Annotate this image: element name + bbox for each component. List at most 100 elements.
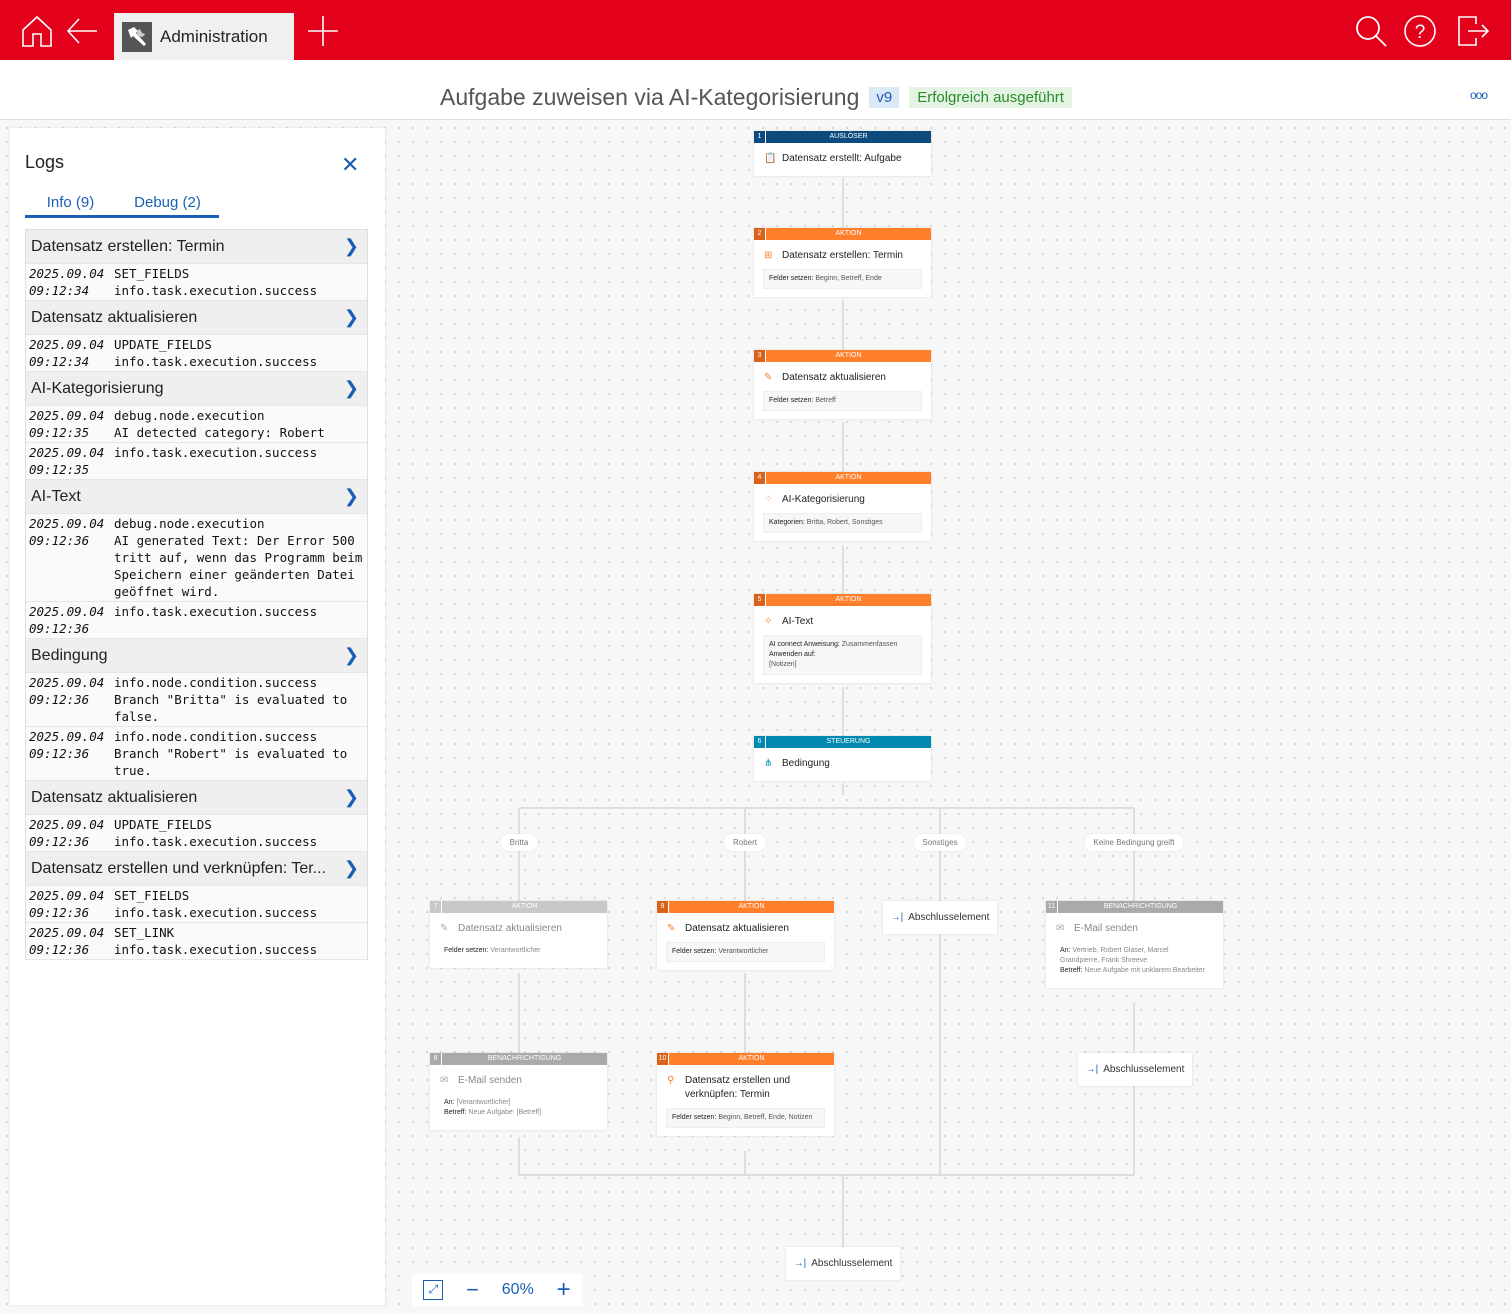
workflow-node-4[interactable]: 4 AKTION ⁘ AI-Kategorisierung Kategorien: B… bbox=[754, 472, 931, 541]
node-title: Datensatz erstellen und verknüpfen: Term… bbox=[685, 1075, 791, 1100]
end-label: Abschlusselement bbox=[908, 912, 990, 923]
log-entry-header[interactable]: Bedingung ❯ bbox=[26, 639, 367, 673]
chevron-right-icon[interactable]: ❯ bbox=[344, 378, 359, 399]
log-entry-header[interactable]: Datensatz aktualisieren ❯ bbox=[26, 301, 367, 335]
workflow-node-11[interactable]: 11 BENACHRICHTIGUNG ✉ E-Mail senden An: Ver… bbox=[1046, 901, 1223, 988]
node-title: Datensatz aktualisieren bbox=[685, 923, 789, 934]
fit-screen-icon[interactable]: ⤢ bbox=[423, 1280, 444, 1300]
log-row: 2025.09.04 09:12:36 SET_LINK info.task.exec… bbox=[26, 923, 367, 960]
end-node[interactable]: →| Abschlusselement bbox=[786, 1247, 900, 1280]
detail-label: Felder setzen: bbox=[672, 948, 717, 955]
log-row: 2025.09.04 09:12:34 UPDATE_FIELDS info.task… bbox=[26, 335, 367, 372]
workflow-node-2[interactable]: 2 AKTION ⊞ Datensatz erstellen: Termin Feld… bbox=[754, 228, 931, 297]
chevron-right-icon[interactable]: ❯ bbox=[344, 236, 359, 257]
magic-wand-icon: ✧ bbox=[764, 616, 773, 627]
node-title: Datensatz erstellt: Aufgabe bbox=[782, 153, 902, 164]
end-arrow-icon: →| bbox=[793, 1258, 807, 1269]
chevron-right-icon[interactable]: ❯ bbox=[344, 645, 359, 666]
detail-label: Anwenden auf: bbox=[769, 651, 816, 658]
log-time: 09:12:36 bbox=[29, 746, 90, 761]
logs-panel: Logs ✕ Info (9) Debug (2) Datensatz erst… bbox=[10, 128, 385, 1305]
node-category: BENACHRICHTIGUNG bbox=[1103, 903, 1178, 910]
workflow-node-10[interactable]: 10 AKTION ⚲ Datensatz erstellen und verknü… bbox=[657, 1053, 834, 1136]
chevron-right-icon[interactable]: ❯ bbox=[344, 486, 359, 507]
node-category: STEUERUNG bbox=[826, 738, 871, 745]
zoom-out-button[interactable]: − bbox=[466, 1277, 479, 1303]
log-message: info.task.execution.success bbox=[114, 834, 318, 849]
log-entry-title: Datensatz erstellen: Termin bbox=[31, 237, 225, 255]
mail-icon: ✉ bbox=[1056, 923, 1065, 934]
node-number: 3 bbox=[754, 350, 766, 362]
log-entry-header[interactable]: Datensatz erstellen: Termin ❯ bbox=[26, 230, 367, 264]
detail-value: Verantwortlicher bbox=[490, 947, 541, 954]
end-node[interactable]: →| Abschlusselement bbox=[883, 901, 997, 934]
log-message: Branch "Robert" is evaluated to true. bbox=[114, 746, 355, 778]
log-message: debug.node.execution bbox=[114, 408, 265, 423]
workflow-node-6[interactable]: 6 STEUERUNG ⋔ Bedingung bbox=[754, 736, 931, 781]
log-message: info.task.execution.success bbox=[114, 942, 318, 957]
node-number: 6 bbox=[754, 736, 766, 748]
node-category: AKTION bbox=[835, 230, 862, 237]
log-entry-header[interactable]: Datensatz aktualisieren ❯ bbox=[26, 781, 367, 815]
detail-label: Kategorien: bbox=[769, 519, 805, 526]
node-title: Datensatz erstellen: Termin bbox=[782, 250, 903, 261]
log-entry-header[interactable]: AI-Text ❯ bbox=[26, 480, 367, 514]
pencil-icon: ✎ bbox=[440, 923, 449, 934]
end-node[interactable]: →| Abschlusselement bbox=[1078, 1053, 1192, 1086]
log-message: UPDATE_FIELDS bbox=[114, 817, 212, 832]
log-row: 2025.09.04 09:12:36 info.node.condition.su… bbox=[26, 727, 367, 781]
log-time: 09:12:34 bbox=[29, 354, 90, 369]
node-details: An: Vertrieb, Robert Glaser, Marcel Gran… bbox=[1055, 942, 1214, 980]
chevron-right-icon[interactable]: ❯ bbox=[344, 787, 359, 808]
node-number: 11 bbox=[1046, 901, 1058, 913]
workflow-node-5[interactable]: 5 AKTION ✧ AI-Text AI connect Anweisung: Zu… bbox=[754, 594, 931, 683]
workflow-node-9[interactable]: 9 AKTION ✎ Datensatz aktualisieren Felder s… bbox=[657, 901, 834, 970]
workflow-node-1[interactable]: 1 AUSLÖSER 📋 Datensatz erstellt: Aufgabe bbox=[754, 131, 931, 176]
log-entry-header[interactable]: Datensatz erstellen und verknüpfen: Ter.… bbox=[26, 852, 367, 886]
log-message: SET_FIELDS bbox=[114, 888, 190, 903]
log-message: Branch "Britta" is evaluated to false. bbox=[114, 692, 355, 724]
workflow-node-8[interactable]: 8 BENACHRICHTIGUNG ✉ E-Mail senden An: [Ver… bbox=[430, 1053, 607, 1130]
detail-label: Felder setzen: bbox=[444, 947, 489, 954]
chevron-right-icon[interactable]: ❯ bbox=[344, 858, 359, 879]
node-category: AKTION bbox=[835, 596, 862, 603]
node-category: AKTION bbox=[738, 1055, 765, 1062]
log-entry-title: AI-Text bbox=[31, 487, 81, 505]
log-time: 09:12:36 bbox=[29, 621, 90, 636]
detail-value: Neue Aufgabe mit unklarem Bearbeiter bbox=[1084, 967, 1206, 974]
record-add-icon: ⊞ bbox=[764, 250, 773, 261]
log-row: 2025.09.04 09:12:35 info.task.execution.su… bbox=[26, 443, 367, 480]
node-title: AI-Kategorisierung bbox=[782, 494, 865, 505]
workflow-node-3[interactable]: 3 AKTION ✎ Datensatz aktualisieren Felder s… bbox=[754, 350, 931, 419]
node-category: AKTION bbox=[835, 352, 862, 359]
node-category: BENACHRICHTIGUNG bbox=[487, 1055, 562, 1062]
log-message: UPDATE_FIELDS bbox=[114, 337, 212, 352]
log-list: Datensatz erstellen: Termin ❯ 2025.09.04 09… bbox=[25, 229, 368, 960]
categorize-icon: ⁘ bbox=[764, 494, 773, 505]
log-date: 2025.09.04 bbox=[29, 604, 105, 619]
log-row: 2025.09.04 09:12:36 debug.node.execution AI… bbox=[26, 514, 367, 602]
node-details: An: [Verantwortlicher] Betreff: Neue Aufg… bbox=[439, 1094, 598, 1122]
node-details: AI connect Anweisung: Zusammenfassen Anwe… bbox=[763, 635, 922, 675]
log-entry-header[interactable]: AI-Kategorisierung ❯ bbox=[26, 372, 367, 406]
tab-info[interactable]: Info (9) bbox=[25, 194, 116, 218]
end-arrow-icon: →| bbox=[1085, 1064, 1099, 1075]
detail-label: Felder setzen: bbox=[672, 1114, 717, 1121]
log-date: 2025.09.04 bbox=[29, 516, 105, 531]
pencil-icon: ✎ bbox=[667, 923, 676, 934]
zoom-in-button[interactable]: + bbox=[557, 1276, 571, 1304]
end-label: Abschlusselement bbox=[811, 1258, 893, 1269]
node-number: 5 bbox=[754, 594, 766, 606]
node-details: Kategorien: Britta, Robert, Sonstiges bbox=[763, 513, 922, 533]
tab-debug[interactable]: Debug (2) bbox=[116, 194, 219, 218]
log-date: 2025.09.04 bbox=[29, 729, 105, 744]
log-time: 09:12:35 bbox=[29, 425, 90, 440]
log-date: 2025.09.04 bbox=[29, 925, 105, 940]
node-details: Felder setzen: Verantwortlicher bbox=[439, 942, 598, 960]
close-icon[interactable]: ✕ bbox=[341, 152, 359, 178]
log-message: SET_LINK bbox=[114, 925, 175, 940]
node-title: E-Mail senden bbox=[1074, 923, 1138, 934]
chevron-right-icon[interactable]: ❯ bbox=[344, 307, 359, 328]
workflow-node-7[interactable]: 7 AKTION ✎ Datensatz aktualisieren Felder s… bbox=[430, 901, 607, 968]
node-details: Felder setzen: Beginn, Betreff, Ende, No… bbox=[666, 1108, 825, 1128]
